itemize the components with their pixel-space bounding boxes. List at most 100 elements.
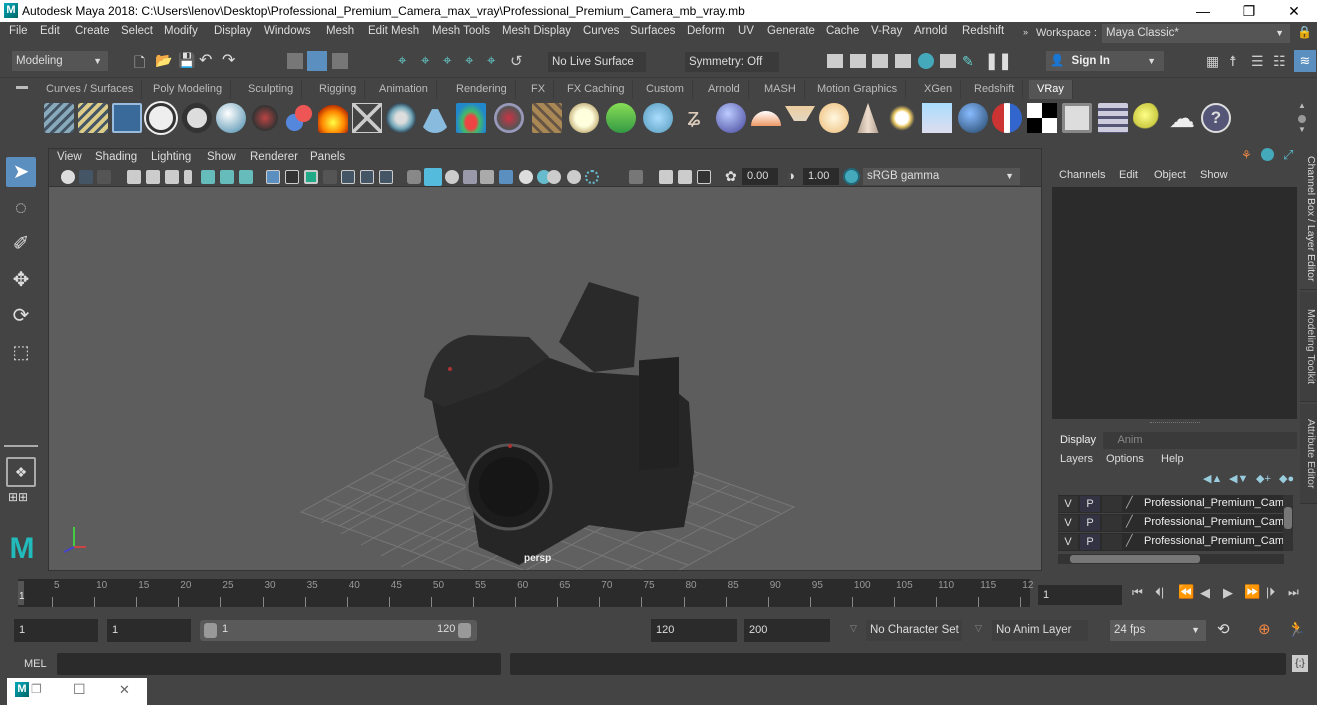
panel-splitter-handle[interactable] xyxy=(1150,422,1200,423)
tab-anim[interactable]: Anim xyxy=(1105,432,1155,449)
layer-name[interactable]: Professional_Premium_Came xyxy=(1144,516,1284,528)
playback-start-field[interactable]: 1 xyxy=(107,619,191,642)
layer-vertical-scrollbar[interactable] xyxy=(1283,495,1293,551)
move-tool-icon[interactable]: ✥ xyxy=(6,265,36,295)
viewport-menu-view[interactable]: View xyxy=(57,151,82,163)
vray-material-sphere-icon[interactable] xyxy=(958,103,988,133)
step-back-frame-icon[interactable]: ⏴| xyxy=(1155,585,1164,600)
channel-sync-icon[interactable] xyxy=(1261,148,1274,161)
viewport-menu-lighting[interactable]: Lighting xyxy=(151,151,191,163)
channel-box-options-icon[interactable]: ⤢ xyxy=(1283,147,1293,163)
layer-playback-toggle[interactable]: P xyxy=(1080,496,1100,512)
vray-checker-icon[interactable] xyxy=(1027,103,1057,133)
tab-rigging[interactable]: Rigging xyxy=(311,80,366,99)
vray-dome-light-icon[interactable] xyxy=(751,111,781,126)
vray-camera-icon[interactable] xyxy=(250,103,280,133)
vray-proxy-icon[interactable] xyxy=(352,103,382,133)
tab-motion-graphics[interactable]: Motion Graphics xyxy=(809,80,907,99)
backface-culling-icon[interactable] xyxy=(697,170,711,184)
layer-display-type-toggle[interactable] xyxy=(1102,534,1122,550)
fps-dropdown[interactable]: 24 fps ▼ xyxy=(1110,620,1206,641)
shelf-scroll-handle[interactable] xyxy=(1298,115,1306,123)
scene-canvas[interactable] xyxy=(49,187,1041,570)
tab-vray[interactable]: VRay xyxy=(1029,80,1073,99)
channelbox-object-menu[interactable]: Object xyxy=(1154,169,1186,181)
tab-custom[interactable]: Custom xyxy=(638,80,693,99)
layer-name[interactable]: Professional_Premium_Came xyxy=(1144,535,1284,547)
vray-frame-buffer-icon[interactable] xyxy=(182,103,212,133)
resolution-gate-icon[interactable] xyxy=(304,170,318,184)
vray-sun-icon[interactable] xyxy=(887,103,917,133)
vray-settings-icon[interactable] xyxy=(1098,103,1128,133)
isolate-select-icon[interactable] xyxy=(629,170,643,184)
vray-sky-sphere-icon[interactable] xyxy=(716,103,746,133)
vray-fur-icon[interactable] xyxy=(606,103,636,133)
tab-display[interactable]: Display xyxy=(1053,432,1103,449)
field-chart-icon[interactable] xyxy=(341,170,355,184)
grease-pencil-icon[interactable] xyxy=(239,170,253,184)
play-forwards-icon[interactable]: ▶ xyxy=(1223,585,1233,601)
snap-grid-icon[interactable]: ⌖ xyxy=(398,52,406,69)
lock-icon[interactable]: 🔒 xyxy=(1297,25,1312,40)
select-tool-icon[interactable]: ➤ xyxy=(6,157,36,187)
anim-layer-dropdown[interactable]: No Anim Layer xyxy=(992,620,1088,641)
scrollbar-thumb[interactable] xyxy=(1284,507,1292,529)
layer-row[interactable]: V P ╱ Professional_Premium_Came xyxy=(1058,514,1290,532)
vray-particles-icon[interactable] xyxy=(643,103,673,133)
vray-environment-fog-icon[interactable] xyxy=(456,103,486,133)
use-all-lights-icon[interactable] xyxy=(519,170,533,184)
vray-blend-material-icon[interactable] xyxy=(992,103,1022,133)
channels-menu[interactable]: Channels xyxy=(1059,169,1105,181)
menu-edit[interactable]: Edit xyxy=(40,25,60,37)
tab-mash[interactable]: MASH xyxy=(756,80,805,99)
current-frame-field[interactable]: 1 xyxy=(1038,585,1122,605)
xray-joints-icon[interactable] xyxy=(659,170,673,184)
vray-toggle-icon[interactable] xyxy=(61,170,75,184)
depth-of-field-icon[interactable] xyxy=(602,170,616,184)
motion-blur-icon[interactable] xyxy=(567,170,581,184)
vray-vfb-icon[interactable] xyxy=(1062,103,1092,133)
tab-modeling-toolkit[interactable]: Modeling Toolkit xyxy=(1300,292,1317,402)
viewport-menu-panels[interactable]: Panels xyxy=(310,151,345,163)
channel-box-list[interactable] xyxy=(1052,187,1297,419)
close-button[interactable]: ✕ xyxy=(1271,0,1317,22)
step-forward-key-icon[interactable]: ⏩ xyxy=(1244,584,1260,600)
viewport-menu-renderer[interactable]: Renderer xyxy=(250,151,298,163)
select-by-component-icon[interactable] xyxy=(332,53,348,69)
vray-list-icon[interactable] xyxy=(112,103,142,133)
script-editor-icon[interactable]: {;} xyxy=(1292,655,1308,672)
layer-row[interactable]: V P ╱ Professional_Premium_Came xyxy=(1058,495,1290,513)
tool-settings-icon[interactable]: ☷ xyxy=(1273,53,1286,70)
vray-fire-icon[interactable] xyxy=(318,103,348,133)
close-icon[interactable]: ✕ xyxy=(119,682,130,698)
live-surface-field[interactable]: No Live Surface xyxy=(548,52,646,72)
vray-ies-light-icon[interactable] xyxy=(857,103,879,133)
vray-dome-icon[interactable] xyxy=(216,103,246,133)
step-forward-frame-icon[interactable]: |⏵ xyxy=(1266,585,1275,600)
manipulator-icon[interactable]: ⚘ xyxy=(1241,148,1252,162)
tab-fx[interactable]: FX xyxy=(523,80,555,99)
vray-import-icon[interactable] xyxy=(78,103,108,133)
human-ik-icon[interactable]: ☨ xyxy=(1229,53,1237,70)
workspace-dropdown[interactable]: Maya Classic* ▼ xyxy=(1102,24,1290,43)
open-scene-icon[interactable]: 📂 xyxy=(155,52,172,69)
xray-active-icon[interactable] xyxy=(678,170,692,184)
layer-name[interactable]: Professional_Premium_Came xyxy=(1144,497,1284,509)
scrollbar-thumb[interactable] xyxy=(1070,555,1200,563)
menu-redshift[interactable]: Redshift xyxy=(962,25,1004,37)
light-editor-icon[interactable]: ✎ xyxy=(962,53,974,70)
channelbox-show-menu[interactable]: Show xyxy=(1200,169,1228,181)
hypershade-icon[interactable] xyxy=(918,53,934,69)
layer-display-type-toggle[interactable] xyxy=(1102,496,1122,512)
vray-logo-icon[interactable] xyxy=(146,103,176,133)
vray-texture-icon[interactable] xyxy=(532,103,562,133)
timeline-ruler[interactable]: 1 5 10 15 20 25 30 35 40 45 50 55 60 65 70 75 80 85 90 95 1… xyxy=(18,579,1033,607)
select-camera-icon[interactable] xyxy=(79,170,93,184)
anti-aliasing-icon[interactable] xyxy=(585,170,599,184)
color-space-dropdown[interactable]: sRGB gamma ▼ xyxy=(863,168,1020,185)
new-scene-icon[interactable]: 🗋 xyxy=(134,52,145,76)
layers-menu[interactable]: Layers xyxy=(1060,453,1093,465)
menu-surfaces[interactable]: Surfaces xyxy=(630,25,675,37)
animation-start-field[interactable]: 1 xyxy=(14,619,98,642)
layer-visibility-toggle[interactable]: V xyxy=(1058,534,1078,550)
